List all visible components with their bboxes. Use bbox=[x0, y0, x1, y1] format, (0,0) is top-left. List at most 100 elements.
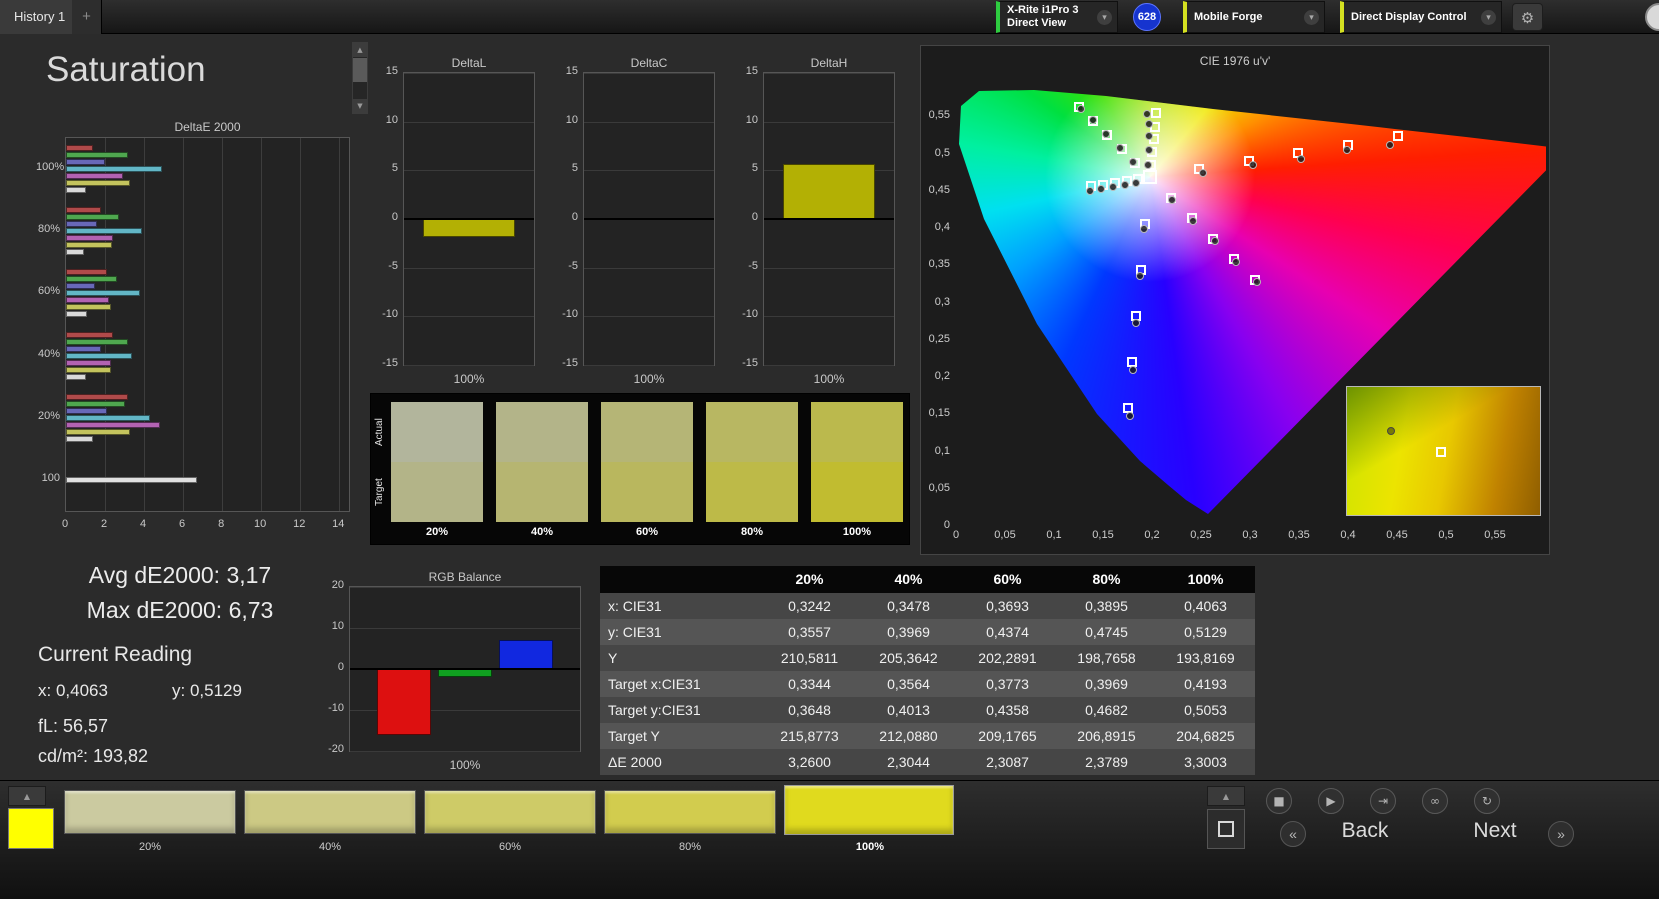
bar bbox=[66, 359, 111, 366]
y-tick-label: 15 bbox=[565, 65, 578, 77]
back-button[interactable]: Back bbox=[1310, 819, 1420, 843]
bar bbox=[66, 435, 94, 442]
scroll-up-icon[interactable]: ▲ bbox=[353, 43, 367, 57]
table-cell: 0,5129 bbox=[1184, 624, 1227, 640]
pattern-window-icon bbox=[1218, 821, 1234, 837]
y-tick-label: -10 bbox=[562, 308, 578, 321]
bar bbox=[66, 366, 111, 373]
gridline bbox=[350, 628, 580, 629]
play-button-icon[interactable]: ▶ bbox=[1318, 788, 1344, 814]
meter-selector-source[interactable]: Mobile Forge ▾ bbox=[1183, 1, 1325, 33]
table-col-header: 40% bbox=[894, 571, 923, 587]
loop-button-icon[interactable]: ∞ bbox=[1422, 788, 1448, 814]
saturation-patch[interactable] bbox=[784, 785, 954, 835]
bar bbox=[438, 669, 492, 678]
last-button[interactable]: » bbox=[1548, 821, 1574, 847]
swatch-label: 40% bbox=[530, 526, 554, 538]
deltah-plot-area bbox=[763, 72, 895, 366]
de2000-summary: Avg dE2000: 3,17 Max dE2000: 6,73 bbox=[30, 558, 330, 628]
target-marker bbox=[1392, 131, 1403, 142]
saturation-patch[interactable] bbox=[424, 790, 596, 834]
x-tick-label: 0 bbox=[61, 518, 69, 530]
table-cell: 0,3564 bbox=[887, 676, 930, 692]
table-cell: 206,8915 bbox=[1077, 728, 1136, 744]
table-col-header: 20% bbox=[795, 571, 824, 587]
table-cell: 198,7658 bbox=[1077, 650, 1136, 666]
saturation-patch[interactable] bbox=[604, 790, 776, 834]
y-tick-label: 0,25 bbox=[928, 332, 950, 345]
corner-button[interactable] bbox=[1645, 3, 1659, 31]
next-button[interactable]: Next bbox=[1440, 819, 1550, 843]
deltah-chart: DeltaH 15 10 5 0 -5 -10 -15 100% bbox=[740, 56, 898, 390]
gridline bbox=[261, 138, 263, 511]
measurement-marker bbox=[1120, 180, 1129, 189]
swatch-label: 80% bbox=[740, 526, 764, 538]
patch-label: 40% bbox=[318, 841, 342, 853]
bar bbox=[66, 207, 102, 214]
table-cell: 0,4013 bbox=[887, 702, 930, 718]
bar bbox=[66, 297, 109, 304]
saturation-patch[interactable] bbox=[64, 790, 236, 834]
chart-title: RGB Balance bbox=[428, 570, 502, 584]
measurement-marker bbox=[1145, 119, 1154, 128]
meter-selector-device[interactable]: X-Rite i1Pro 3 Direct View ▾ bbox=[996, 1, 1118, 33]
measurement-marker bbox=[1132, 319, 1141, 328]
rgb-balance-plot-area bbox=[349, 586, 581, 752]
refresh-button-icon[interactable]: ↻ bbox=[1474, 788, 1500, 814]
meter-selector-display-control[interactable]: Direct Display Control ▾ bbox=[1340, 1, 1502, 33]
table-row-label: x: CIE31 bbox=[608, 598, 662, 614]
table-row: y: CIE31 0,3557 0,3969 0,4374 0,4745 0,5129 bbox=[600, 619, 1255, 645]
table-cell: 210,5811 bbox=[780, 650, 839, 666]
first-button[interactable]: « bbox=[1280, 821, 1306, 847]
x-axis-label: 100% bbox=[449, 758, 481, 772]
panel-expand-right-button[interactable]: ▲ bbox=[1207, 786, 1245, 806]
table-cell: 0,3478 bbox=[887, 598, 930, 614]
scrollbar[interactable]: ▲ ▼ bbox=[352, 42, 368, 114]
bar bbox=[66, 352, 133, 359]
measurement-marker bbox=[1248, 161, 1257, 170]
table-cell: 2,3087 bbox=[986, 754, 1029, 770]
settings-gear-icon[interactable]: ⚙ bbox=[1512, 3, 1543, 31]
measurement-marker bbox=[1210, 237, 1219, 246]
chart-title: DeltaE 2000 bbox=[174, 120, 241, 134]
scroll-thumb[interactable] bbox=[353, 58, 367, 82]
x-axis-label: 100% bbox=[813, 372, 845, 386]
chevron-down-icon[interactable]: ▾ bbox=[1097, 9, 1112, 25]
bar bbox=[66, 414, 150, 421]
y-tick-label: 0,4 bbox=[934, 221, 950, 233]
source-name: Mobile Forge bbox=[1194, 10, 1263, 23]
add-tab-button[interactable]: + bbox=[72, 0, 102, 34]
chart-title: DeltaH bbox=[810, 56, 848, 70]
bar bbox=[66, 331, 113, 338]
measurement-marker bbox=[1386, 140, 1395, 149]
table-row-label: ΔE 2000 bbox=[608, 754, 662, 770]
x-tick-label: 6 bbox=[179, 518, 186, 530]
table-body: x: CIE31 0,3242 0,3478 0,3693 0,3895 0,4063 y:… bbox=[600, 593, 1255, 775]
bar bbox=[66, 145, 94, 152]
gridline bbox=[584, 170, 714, 172]
pattern-window-button[interactable] bbox=[1207, 809, 1245, 849]
table-row-label: Target y:CIE31 bbox=[608, 702, 701, 718]
saturation-patch[interactable] bbox=[244, 790, 416, 834]
top-bar: History 1 + X-Rite i1Pro 3 Direct View ▾… bbox=[0, 0, 1659, 34]
swatch-columns: 20% 40% 60% 80% 100% bbox=[371, 394, 909, 544]
actual-swatch bbox=[601, 402, 693, 462]
y-tick-label: -5 bbox=[748, 259, 758, 272]
stop-button-icon[interactable]: ■ bbox=[1266, 788, 1292, 814]
chevron-down-icon[interactable]: ▾ bbox=[1304, 9, 1319, 25]
deltae2000-chart: DeltaE 2000 100% 80% 60% 40% 20% 100 0 2 4 6 8 10 1… bbox=[36, 118, 354, 538]
y-tick-label: 5 bbox=[391, 162, 398, 175]
step-button-icon[interactable]: ⇥ bbox=[1370, 788, 1396, 814]
gridline bbox=[764, 267, 894, 269]
bar bbox=[66, 338, 129, 345]
x-tick-label: 0,3 bbox=[1242, 529, 1258, 541]
chevron-down-icon[interactable]: ▾ bbox=[1481, 9, 1496, 25]
table-cell: 3,3003 bbox=[1184, 754, 1227, 770]
gridline bbox=[350, 751, 580, 752]
scroll-down-icon[interactable]: ▼ bbox=[353, 99, 367, 113]
max-de2000: Max dE2000: 6,73 bbox=[86, 597, 274, 623]
scroll-track[interactable] bbox=[353, 83, 367, 99]
history-tab[interactable]: History 1 bbox=[0, 0, 81, 34]
measurement-marker bbox=[1189, 216, 1198, 225]
bar bbox=[66, 269, 107, 276]
